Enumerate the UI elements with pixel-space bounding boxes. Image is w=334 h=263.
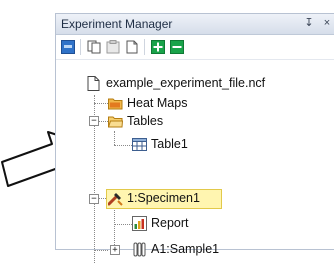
experiment-manager-panel: Experiment Manager ↧ × example_experimen… [55, 13, 334, 263]
collapse-specimen-toggle[interactable]: − [89, 194, 99, 204]
tree-node-report[interactable]: Report [132, 215, 232, 233]
tree-node-label: Report [151, 216, 189, 230]
document-icon [87, 76, 100, 91]
table-icon [132, 138, 147, 151]
add-icon[interactable] [151, 40, 165, 54]
tree-line [114, 131, 115, 145]
toolbar-separator [144, 39, 145, 55]
tree-node-label: Table1 [151, 137, 188, 151]
test-tubes-icon [133, 242, 146, 257]
tree-node-table1[interactable]: Table1 [132, 136, 232, 154]
tree-line [114, 145, 132, 146]
blue-square-icon[interactable] [61, 40, 75, 54]
specimen-tool-icon [108, 193, 123, 206]
expand-sample-toggle[interactable]: + [110, 245, 120, 255]
folder-icon [108, 116, 123, 128]
tree-node-heat-maps[interactable]: Heat Maps [108, 95, 228, 113]
tree-node-sample[interactable]: A1:Sample1 [132, 241, 242, 259]
tree-node-label: 1:Specimen1 [127, 191, 200, 205]
paste-icon[interactable] [106, 40, 120, 54]
tree-node-label: Heat Maps [127, 96, 188, 110]
tree-line [94, 103, 108, 104]
tree-line [114, 224, 132, 225]
tree-node-label: example_experiment_file.ncf [106, 76, 266, 90]
tree-node-file[interactable]: example_experiment_file.ncf [86, 75, 326, 93]
pin-icon[interactable]: ↧ [303, 17, 315, 30]
close-icon[interactable]: × [321, 17, 333, 30]
folder-icon [108, 98, 123, 110]
panel-title: Experiment Manager [61, 17, 173, 31]
tree-node-label: Tables [127, 114, 164, 128]
remove-icon[interactable] [170, 40, 184, 54]
panel-titlebar: Experiment Manager ↧ × [56, 14, 334, 35]
tree-line [94, 250, 108, 251]
tree-node-tables[interactable]: Tables [108, 113, 208, 131]
collapse-tables-toggle[interactable]: − [89, 116, 99, 126]
copy-icon[interactable] [87, 40, 101, 54]
toolbar-separator [80, 39, 81, 55]
panel-toolbar [56, 35, 334, 60]
tree-node-specimen[interactable]: 1:Specimen1 [108, 190, 218, 208]
tree-line [114, 208, 115, 245]
tree-node-label: A1:Sample1 [151, 242, 220, 256]
bar-chart-icon [132, 216, 147, 231]
new-doc-icon[interactable] [125, 40, 139, 54]
